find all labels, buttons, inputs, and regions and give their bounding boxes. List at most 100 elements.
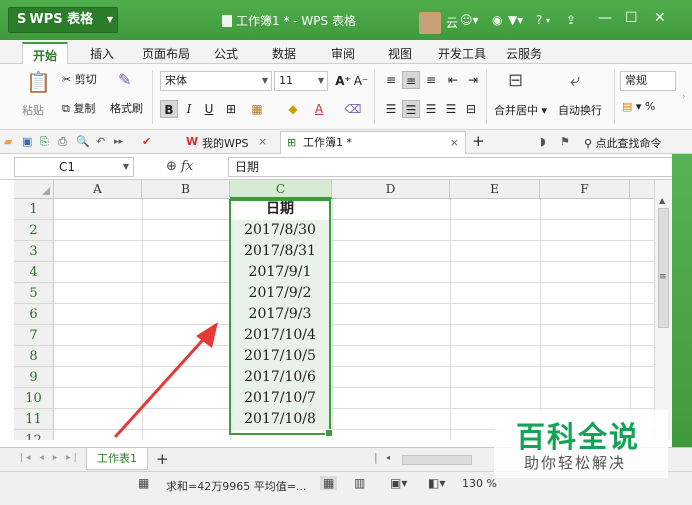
format-painter-button[interactable]: 格式刷 (110, 100, 143, 116)
minimize-icon[interactable]: — (598, 10, 612, 26)
close-icon[interactable]: ✕ (654, 10, 666, 26)
date-cell[interactable]: 2017/10/6 (230, 367, 330, 388)
shirt-icon[interactable]: ▼▾ (508, 13, 523, 27)
help-dropdown-icon[interactable]: ▾ (546, 16, 550, 25)
user-circle-icon[interactable]: ☺▾ (460, 13, 479, 27)
date-cell[interactable]: 2017/9/1 (230, 262, 330, 283)
close-tab-icon[interactable]: × (258, 135, 267, 148)
date-cell[interactable]: 2017/10/8 (230, 409, 330, 430)
row-header[interactable]: 10 (14, 388, 54, 409)
number-format-button[interactable]: ▤ ▾ % (622, 100, 655, 113)
sheet-tab-active[interactable]: 工作表1 (86, 448, 148, 470)
skin-icon[interactable]: ◉ (492, 13, 502, 27)
date-cell[interactable]: 2017/10/7 (230, 388, 330, 409)
align-left-icon[interactable]: ☰ (382, 100, 400, 118)
scroll-left-icon[interactable]: ◂ (386, 453, 390, 462)
name-box[interactable]: C1 ▼ (14, 157, 134, 177)
horizontal-scrollbar[interactable]: ◂ (384, 453, 494, 467)
scroll-right-icon[interactable]: › (682, 92, 686, 102)
my-wps-tab[interactable]: 我的WPS (202, 135, 249, 151)
flag-icon[interactable]: ⚑ (560, 135, 570, 148)
scroll-thumb[interactable] (658, 208, 669, 328)
pin-icon[interactable]: ✔ (142, 135, 151, 148)
merge-center-button[interactable]: 合并居中 ▾ (494, 102, 547, 118)
wps-home-icon[interactable]: W (186, 135, 198, 148)
restore-icon[interactable]: ☐ (625, 10, 638, 26)
tab-splitter[interactable]: | (374, 451, 378, 464)
align-middle-icon[interactable]: ≡ (402, 71, 420, 89)
indent-decrease-icon[interactable]: ⇤ (444, 71, 462, 89)
spreadsheet-grid[interactable]: A B C D E F 1 日期 2 2017/8/30 3 2017/8/31 4 2017… (14, 180, 654, 440)
zoom-formula-icon[interactable]: ⊕ (166, 159, 177, 174)
wrap-text-button[interactable]: 自动换行 (558, 102, 602, 118)
row-header[interactable]: 9 (14, 367, 54, 388)
zoom-level[interactable]: 130 % (462, 477, 497, 490)
date-cell[interactable]: 2017/10/4 (230, 325, 330, 346)
distributed-icon[interactable]: ⊟ (462, 100, 480, 118)
tab-insert[interactable]: 插入 (90, 45, 114, 62)
column-header-next[interactable] (630, 180, 654, 199)
select-all-corner[interactable] (14, 180, 54, 199)
date-cell[interactable]: 2017/9/2 (230, 283, 330, 304)
app-menu-button[interactable]: S WPS 表格 ▼ (8, 7, 118, 33)
ribbon-collapse-icon[interactable]: ⇪ (566, 13, 576, 27)
paste-icon[interactable]: 📋 (26, 70, 51, 94)
page-break-view-icon[interactable]: ▥ (354, 476, 365, 490)
add-sheet-button[interactable]: + (156, 450, 169, 468)
tab-data[interactable]: 数据 (272, 45, 296, 62)
cut-button[interactable]: ✂ 剪切 (62, 71, 97, 87)
sheet-nav-icon[interactable]: |◂ ◂ ▸ ▸| (20, 453, 80, 463)
fx-icon[interactable]: fx (181, 159, 193, 174)
column-header-a[interactable]: A (54, 180, 142, 199)
reading-mode-icon[interactable]: ▣▾ (390, 476, 407, 490)
row-header[interactable]: 3 (14, 241, 54, 262)
scroll-thumb[interactable] (402, 455, 472, 465)
indent-increase-icon[interactable]: ⇥ (464, 71, 482, 89)
avatar-icon[interactable] (419, 12, 441, 34)
paste-button[interactable]: 粘贴 (22, 102, 44, 118)
command-search[interactable]: ⚲ 点此查找命令 (584, 135, 662, 151)
tab-review[interactable]: 审阅 (331, 45, 355, 62)
column-header-c[interactable]: C (230, 180, 332, 199)
font-grow-button[interactable]: A⁺ (334, 72, 352, 90)
column-header-d[interactable]: D (332, 180, 450, 199)
row-header[interactable]: 7 (14, 325, 54, 346)
row-header[interactable]: 6 (14, 304, 54, 325)
bold-button[interactable]: B (160, 100, 178, 118)
tab-page-layout[interactable]: 页面布局 (142, 45, 190, 62)
tab-cloud-service[interactable]: 云服务 (506, 45, 542, 62)
vertical-scrollbar[interactable]: ▲ ≡ (654, 180, 672, 440)
tab-view[interactable]: 视图 (388, 45, 412, 62)
row-header[interactable]: 11 (14, 409, 54, 430)
column-header-f[interactable]: F (540, 180, 630, 199)
print-icon[interactable]: ⎙ (58, 135, 67, 149)
font-color-icon[interactable]: A (310, 100, 328, 118)
scroll-up-icon[interactable]: ▲ (659, 196, 665, 205)
brush-icon[interactable]: ✎ (118, 70, 131, 89)
save-icon[interactable]: ▣ (22, 135, 32, 148)
normal-view-icon[interactable]: ▦ (320, 476, 338, 490)
user-name[interactable]: 云 (446, 14, 458, 31)
clear-format-icon[interactable]: ⌫ (344, 100, 362, 118)
highlight-icon[interactable]: ◆ (284, 100, 302, 118)
date-cell[interactable]: 2017/8/30 (230, 220, 330, 241)
eye-protection-icon[interactable]: ◧▾ (428, 476, 445, 490)
share-icon[interactable]: ◗ (540, 135, 546, 148)
row-header[interactable]: 1 (14, 199, 54, 220)
italic-button[interactable]: I (180, 100, 198, 118)
close-icon[interactable]: × (450, 132, 459, 153)
sheet-status-icon[interactable]: ▦ (138, 476, 149, 490)
font-size-select[interactable]: 11 ▼ (274, 71, 328, 91)
date-cell[interactable]: 2017/9/3 (230, 304, 330, 325)
align-right-icon[interactable]: ☰ (422, 100, 440, 118)
more-icon[interactable]: ▸▸ (114, 137, 123, 147)
border-icon[interactable]: ⊞ (222, 100, 240, 118)
document-tab[interactable]: ⊞ 工作簿1 * × (280, 131, 466, 154)
row-header[interactable]: 12 (14, 430, 54, 440)
align-top-icon[interactable]: ≡ (382, 71, 400, 89)
formula-input[interactable]: 日期 (228, 157, 688, 177)
help-icon[interactable]: ? (536, 13, 542, 27)
align-center-icon[interactable]: ☰ (402, 100, 420, 118)
date-cell[interactable]: 2017/10/5 (230, 346, 330, 367)
fill-color-icon[interactable]: ▦ (248, 100, 266, 118)
